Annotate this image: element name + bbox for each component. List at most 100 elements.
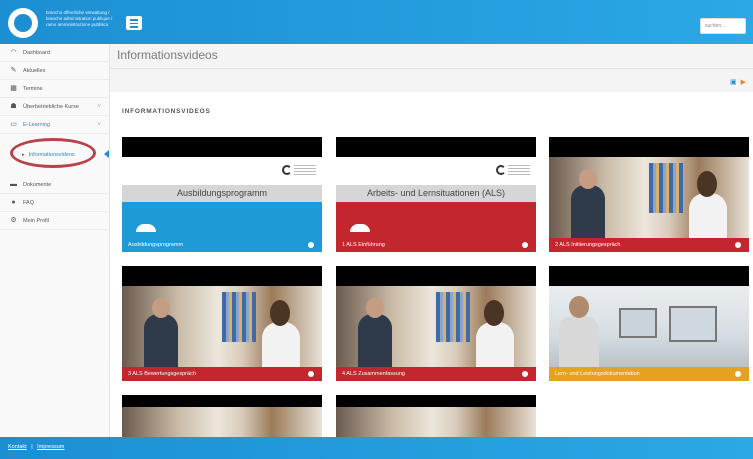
sidebar-item-termine[interactable]: ▦ Termine xyxy=(0,80,109,98)
video-caption[interactable]: 3 ALS Bewertungsgespräch xyxy=(122,367,322,381)
video-card-partial[interactable] xyxy=(122,395,322,437)
app-footer: Kontakt | Impressum xyxy=(0,437,753,459)
play-icon[interactable] xyxy=(735,371,741,377)
dashboard-icon: ◠ xyxy=(10,49,17,56)
calendar-icon: ▦ xyxy=(10,85,17,92)
video-title: 1 ALS Einführung xyxy=(342,242,385,248)
video-title: 4 ALS Zusammenfassung xyxy=(342,371,405,377)
hamburger-line xyxy=(130,26,138,28)
video-card[interactable]: Lern- und Leistungsdokumentation xyxy=(549,266,749,381)
pin-icon: ● xyxy=(11,199,16,206)
slide-title: Ausbildungsprogramm xyxy=(122,185,322,202)
impressum-link[interactable]: Impressum xyxy=(37,444,64,450)
sidebar-item-label: Mein Profil xyxy=(23,217,49,224)
person-head xyxy=(152,298,170,318)
folder-icon: ▬ xyxy=(10,181,17,188)
kontakt-link[interactable]: Kontakt xyxy=(8,444,27,450)
play-icon[interactable] xyxy=(522,242,528,248)
chevron-down-icon: ˅ xyxy=(97,103,101,110)
video-thumbnail xyxy=(122,407,322,437)
person-figure xyxy=(358,314,392,367)
monitor xyxy=(669,306,717,342)
person-head xyxy=(569,296,589,318)
person-figure xyxy=(571,185,605,238)
slide-banner xyxy=(336,202,536,238)
hamburger-line xyxy=(130,19,138,21)
footer-separator: | xyxy=(31,444,33,450)
slide-banner xyxy=(122,202,322,238)
person-figure xyxy=(689,193,727,238)
logo-text: brancho öffentliche verwaltung / branche… xyxy=(46,10,113,27)
video-caption[interactable]: Ausbildungsprogramm xyxy=(122,238,322,252)
logo-text-lines xyxy=(294,165,316,175)
gear-icon: ⚙ xyxy=(10,217,17,224)
video-card[interactable]: 4 ALS Zusammenfassung xyxy=(336,266,536,381)
video-title: Ausbildungsprogramm xyxy=(128,242,184,248)
play-icon[interactable] xyxy=(522,371,528,377)
video-thumbnail: Ausbildungsprogramm xyxy=(122,157,322,238)
play-icon[interactable] xyxy=(308,242,314,248)
person-head xyxy=(697,171,717,197)
video-title: 2 ALS Initiierungsgespräch xyxy=(555,242,621,248)
footer-links: Kontakt | Impressum xyxy=(8,444,64,450)
video-title: Lern- und Leistungsdokumentation xyxy=(555,371,640,377)
logo-text-lines xyxy=(508,165,530,175)
sidebar: ◠ Dashboard ✎ Aktuelles ▦ Termine ☗ Über… xyxy=(0,44,110,437)
video-thumbnail xyxy=(336,286,536,367)
person-figure xyxy=(476,322,514,367)
video-card[interactable]: 2 ALS Initiierungsgespräch xyxy=(549,137,749,252)
person-figure xyxy=(144,314,178,367)
sidebar-item-label: Überbetriebliche Kurse xyxy=(23,103,79,110)
sidebar-item-dokumente[interactable]: ▬ Dokumente xyxy=(0,176,109,194)
sidebar-item-label: Aktuelles xyxy=(23,67,46,74)
sidebar-item-label: E-Learning xyxy=(23,121,50,128)
sidebar-item-dashboard[interactable]: ◠ Dashboard xyxy=(0,44,109,62)
search-input[interactable]: suchen... xyxy=(700,18,746,34)
users-icon: ☗ xyxy=(10,103,17,110)
chevron-down-icon: ˅ xyxy=(97,121,101,128)
monitor xyxy=(619,308,657,338)
video-card[interactable]: Arbeits- und Lernsituationen (ALS) 1 ALS… xyxy=(336,137,536,252)
person-figure xyxy=(262,322,300,367)
person-head xyxy=(366,298,384,318)
sidebar-item-label: FAQ xyxy=(23,199,35,206)
video-caption[interactable]: 4 ALS Zusammenfassung xyxy=(336,367,536,381)
hamburger-line xyxy=(130,22,138,24)
video-thumbnail xyxy=(549,286,749,367)
pin-icon: ✎ xyxy=(10,67,17,74)
video-card[interactable]: Ausbildungsprogramm Ausbildungsprogramm xyxy=(122,137,322,252)
video-title: 3 ALS Bewertungsgespräch xyxy=(128,371,196,377)
sidebar-item-label: Dokumente xyxy=(23,181,52,188)
sidebar-item-mein-profil[interactable]: ⚙ Mein Profil xyxy=(0,212,109,230)
play-icon[interactable]: ▶ xyxy=(741,79,746,86)
bookshelf xyxy=(436,292,470,342)
video-card[interactable]: 3 ALS Bewertungsgespräch xyxy=(122,266,322,381)
sidebar-item-faq[interactable]: ● FAQ xyxy=(0,194,109,212)
app-header: brancho öffentliche verwaltung / branche… xyxy=(0,0,753,44)
video-card-partial[interactable] xyxy=(336,395,536,437)
person-head xyxy=(484,300,504,326)
monitor-icon: ▭ xyxy=(10,121,17,128)
slide-title: Arbeits- und Lernsituationen (ALS) xyxy=(336,185,536,202)
person-head xyxy=(270,300,290,326)
bookshelf xyxy=(649,163,683,213)
sidebar-item-label: Termine xyxy=(23,85,43,92)
logo-icon xyxy=(496,165,506,175)
video-caption[interactable]: 1 ALS Einführung xyxy=(336,238,536,252)
sidebar-item-aktuelles[interactable]: ✎ Aktuelles xyxy=(0,62,109,80)
bookshelf xyxy=(222,292,256,342)
video-caption[interactable]: 2 ALS Initiierungsgespräch xyxy=(549,238,749,252)
sidebar-item-e-learning[interactable]: ▭ E-Learning ˅ xyxy=(0,116,109,134)
sidebar-item-ueberbetriebliche-kurse[interactable]: ☗ Überbetriebliche Kurse ˅ xyxy=(0,98,109,116)
menu-toggle-button[interactable] xyxy=(126,16,142,30)
logo-icon xyxy=(282,165,292,175)
play-icon[interactable] xyxy=(735,242,741,248)
person-figure xyxy=(559,316,599,367)
logo-icon[interactable] xyxy=(8,8,38,38)
person-head xyxy=(579,169,597,189)
play-icon[interactable] xyxy=(308,371,314,377)
video-thumbnail xyxy=(122,286,322,367)
video-caption[interactable]: Lern- und Leistungsdokumentation xyxy=(549,367,749,381)
page-title: Informationsvideos xyxy=(117,48,218,62)
export-icon[interactable]: ▣ xyxy=(730,79,737,86)
